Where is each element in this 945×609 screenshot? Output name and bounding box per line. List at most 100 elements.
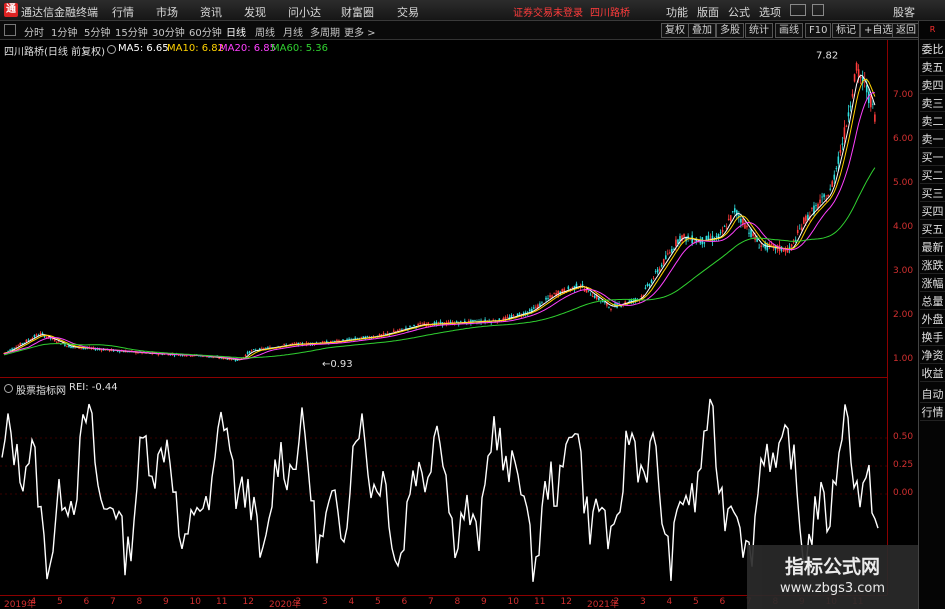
menu-news[interactable]: 资讯 [200,4,222,20]
minimize-icon[interactable] [790,4,806,16]
watermark-title: 指标公式网 [784,556,880,578]
fq-button[interactable]: 复权 [661,23,689,38]
kline-chart[interactable]: 7.82 ←0.93 [0,40,887,378]
candle-body [803,217,805,224]
candle-body [811,208,813,209]
indicator-toggle-icon[interactable] [4,384,13,393]
candle-body [334,340,336,342]
watermark: 指标公式网 www.zbgs3.com [747,545,918,609]
candle-body [41,333,44,335]
period-weekly[interactable]: 周线 [255,24,275,39]
side-sub-item[interactable]: 自动 [920,386,945,403]
side-item[interactable]: 涨跌 [920,257,945,274]
candle-body [413,324,415,327]
multi-stock-button[interactable]: 多股 [716,23,744,38]
side-item[interactable]: 卖三 [920,95,945,112]
f10-button[interactable]: F10 [805,23,832,38]
menu-options[interactable]: 选项 [759,4,781,20]
ma60-label: MA60: 5.36 [271,43,329,54]
candle-body [819,199,821,204]
period-intraday[interactable]: 分时 [24,24,44,39]
candle-body [177,355,180,356]
side-item[interactable]: 涨幅 [920,275,945,292]
maximize-icon[interactable] [812,4,824,16]
candle-body [7,350,9,352]
date-tick-label: 11 [534,597,546,607]
candle-body [409,326,411,327]
toolbar-toggle-icon[interactable] [4,24,16,36]
menu-assistant[interactable]: 问小达 [288,4,321,20]
side-item[interactable]: 卖五 [920,59,945,76]
candle-body [397,330,399,332]
candle-body [796,229,799,234]
period-15min[interactable]: 15分钟 [115,24,148,39]
candle-body [567,286,570,290]
candle-body [70,346,72,349]
search-label[interactable]: 股客 [893,4,915,20]
period-multi[interactable]: 多周期 [310,24,340,39]
add-watchlist-button[interactable]: +自选 [860,23,897,38]
side-item[interactable]: 卖四 [920,77,945,94]
period-1min[interactable]: 1分钟 [51,24,77,39]
period-30min[interactable]: 30分钟 [152,24,185,39]
candle-body [94,349,97,351]
side-item[interactable]: 买二 [920,167,945,184]
menu-market[interactable]: 市场 [156,4,178,20]
side-item[interactable]: 买三 [920,185,945,202]
side-item[interactable]: 净资 [920,347,945,364]
candle-body [760,245,762,247]
candle-body [267,347,269,349]
side-item[interactable]: 买一 [920,149,945,166]
period-60min[interactable]: 60分钟 [189,24,222,39]
menu-discover[interactable]: 发现 [244,4,266,20]
menu-wealth[interactable]: 财富圈 [341,4,374,20]
stats-button[interactable]: 统计 [745,23,773,38]
draw-line-button[interactable]: 画线 [775,23,803,38]
side-item[interactable]: 收益 [920,365,945,382]
period-daily[interactable]: 日线 [226,24,246,39]
candle-body [734,208,736,213]
candle-body [173,355,176,357]
candle-body [723,226,726,228]
side-item[interactable]: 委比 [920,41,945,58]
date-tick-label: 10 [189,597,201,607]
legend-toggle-icon[interactable] [107,45,116,54]
side-badge[interactable]: R [920,21,945,40]
kline-svg: 7.82 ←0.93 [3,51,876,370]
candle-body [731,211,734,213]
side-item[interactable]: 买五 [920,221,945,238]
menu-quotes[interactable]: 行情 [112,4,134,20]
back-button[interactable]: 返回 [892,23,920,38]
side-item[interactable]: 外盘 [920,311,945,328]
mark-button[interactable]: 标记 [832,23,860,38]
candle-body [250,350,253,352]
candle-body [392,330,395,332]
side-item[interactable]: 总量 [920,293,945,310]
candle-body [644,287,647,289]
side-item[interactable]: 买四 [920,203,945,220]
candle-body [183,355,186,357]
side-item[interactable]: 换手 [920,329,945,346]
side-item[interactable]: 卖一 [920,131,945,148]
candle-body [660,264,663,267]
login-status[interactable]: 证券交易未登录 [513,4,583,19]
menu-function[interactable]: 功能 [666,4,688,20]
date-tick-label: 5 [375,597,381,607]
side-item[interactable]: 卖二 [920,113,945,130]
candle-body [553,292,555,294]
menu-layout[interactable]: 版面 [697,4,719,20]
candle-body [740,218,742,223]
side-item[interactable]: 最新 [920,239,945,256]
period-monthly[interactable]: 月线 [283,24,303,39]
period-more[interactable]: 更多 > [344,24,376,39]
side-sub-item[interactable]: 行情 [920,404,945,421]
period-5min[interactable]: 5分钟 [84,24,110,39]
candle-body [620,306,622,307]
date-tick-label: 6 [401,597,408,607]
candle-body [338,339,340,341]
menu-formula[interactable]: 公式 [728,4,750,20]
candle-body [845,125,848,127]
candle-body [283,344,285,346]
overlay-button[interactable]: 叠加 [688,23,716,38]
menu-trade[interactable]: 交易 [397,4,419,20]
